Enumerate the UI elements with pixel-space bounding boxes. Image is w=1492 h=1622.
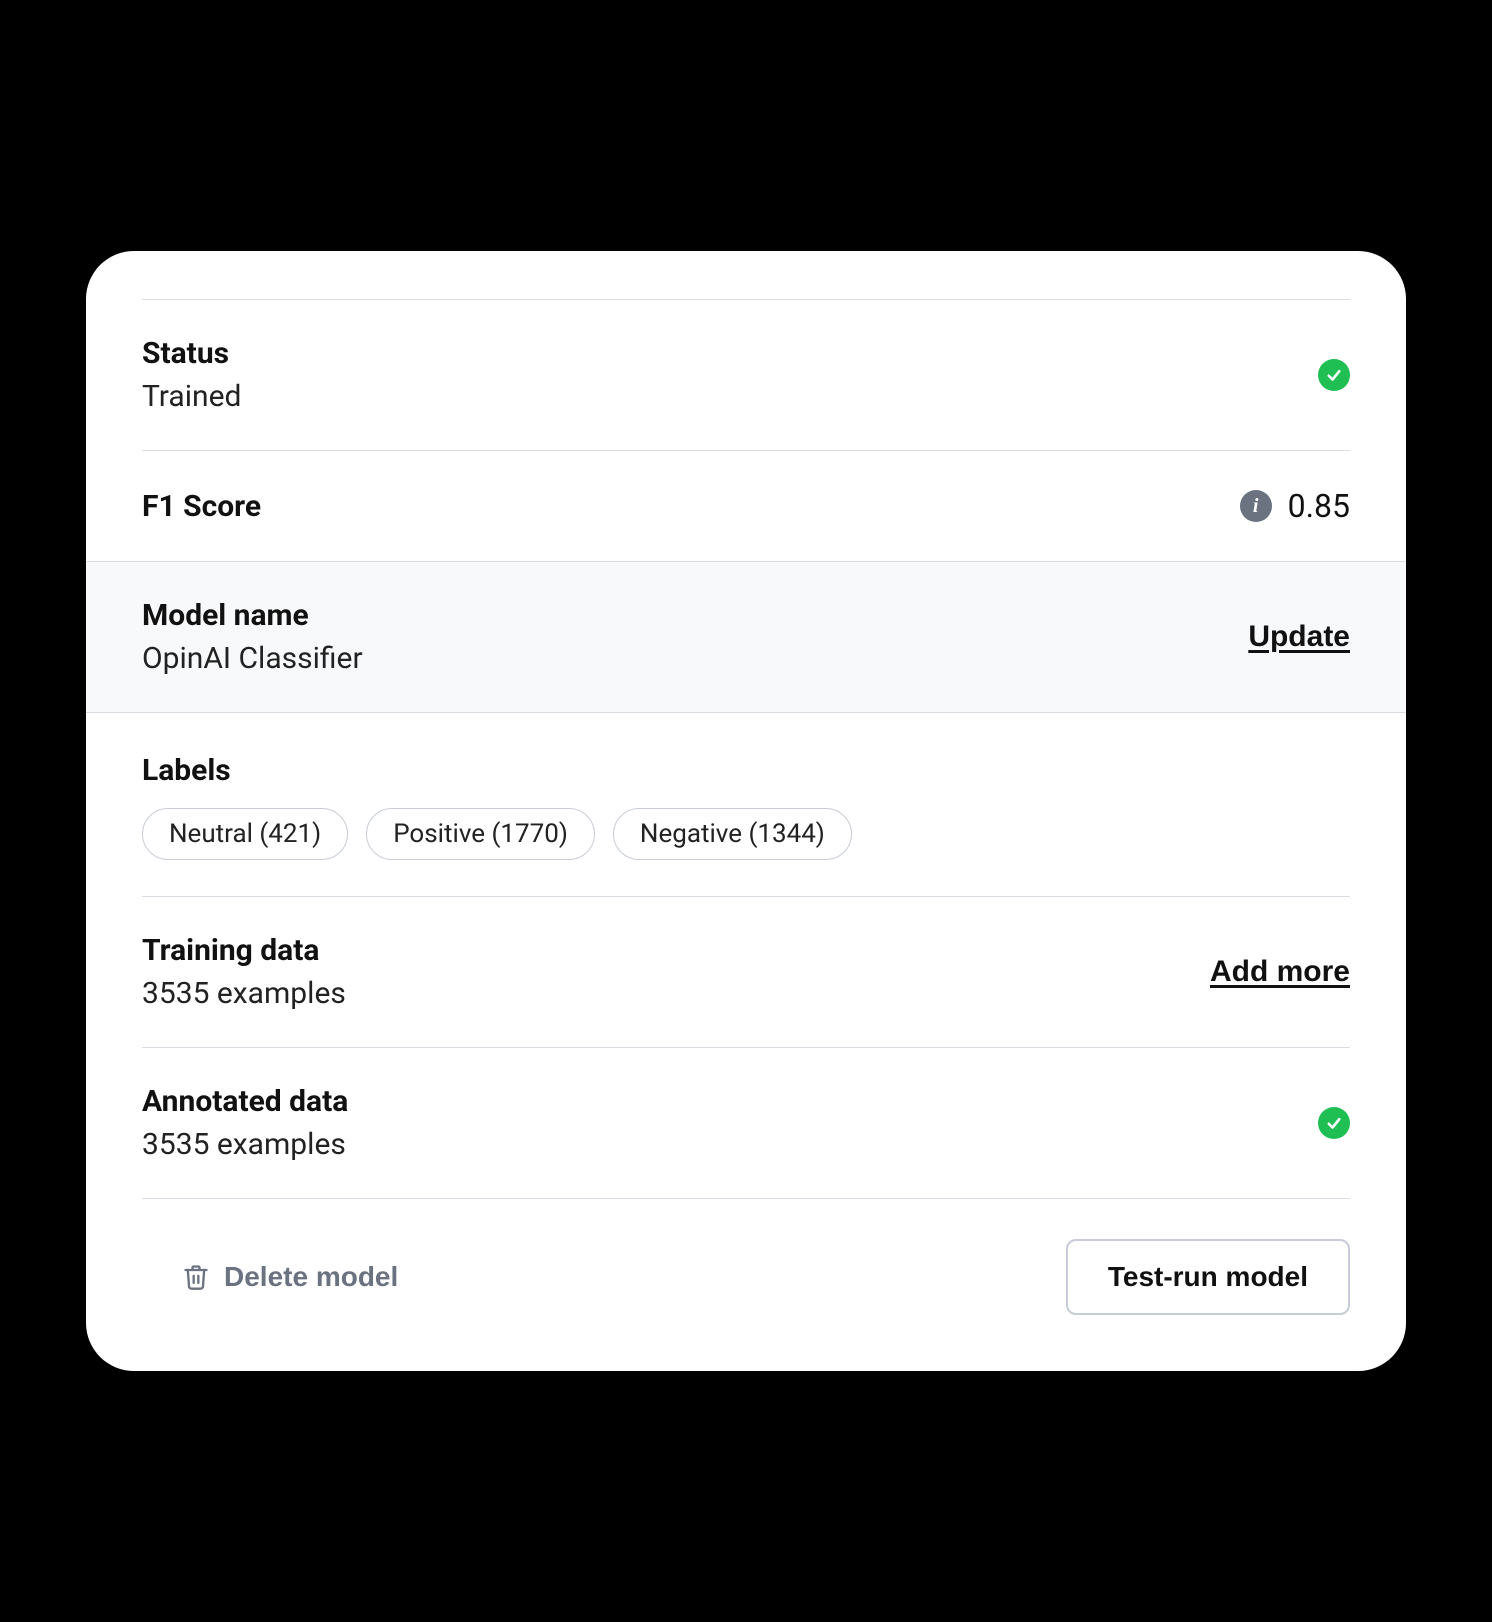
annotated-value: 3535 examples xyxy=(142,1127,348,1162)
annotated-label: Annotated data xyxy=(142,1084,348,1119)
status-label: Status xyxy=(142,336,241,371)
labels-chips: Neutral (421) Positive (1770) Negative (… xyxy=(142,808,1350,860)
f1-row: F1 Score i 0.85 xyxy=(142,450,1350,561)
label-chip[interactable]: Neutral (421) xyxy=(142,808,348,860)
status-row: Status Trained xyxy=(142,299,1350,450)
test-run-button[interactable]: Test-run model xyxy=(1066,1239,1350,1315)
label-chip[interactable]: Positive (1770) xyxy=(366,808,595,860)
model-card: Status Trained F1 Score i 0.85 Model nam… xyxy=(86,251,1406,1371)
add-more-button[interactable]: Add more xyxy=(1210,955,1350,989)
model-name-row: Model name OpinAI Classifier Update xyxy=(86,561,1406,713)
f1-label: F1 Score xyxy=(142,489,261,524)
delete-model-label: Delete model xyxy=(224,1261,398,1293)
trash-icon xyxy=(182,1263,210,1291)
model-name-value: OpinAI Classifier xyxy=(142,641,363,676)
delete-model-button[interactable]: Delete model xyxy=(142,1249,406,1305)
labels-label: Labels xyxy=(142,753,1350,788)
label-chip[interactable]: Negative (1344) xyxy=(613,808,852,860)
update-button[interactable]: Update xyxy=(1248,620,1350,654)
f1-value: 0.85 xyxy=(1288,487,1350,525)
footer-actions: Delete model Test-run model xyxy=(142,1198,1350,1315)
training-value: 3535 examples xyxy=(142,976,346,1011)
model-name-label: Model name xyxy=(142,598,363,633)
check-icon xyxy=(1318,359,1350,391)
training-row: Training data 3535 examples Add more xyxy=(142,896,1350,1047)
status-value: Trained xyxy=(142,379,241,414)
labels-row: Labels Neutral (421) Positive (1770) Neg… xyxy=(142,713,1350,896)
training-label: Training data xyxy=(142,933,346,968)
info-icon[interactable]: i xyxy=(1240,490,1272,522)
annotated-row: Annotated data 3535 examples xyxy=(142,1047,1350,1198)
check-icon xyxy=(1318,1107,1350,1139)
